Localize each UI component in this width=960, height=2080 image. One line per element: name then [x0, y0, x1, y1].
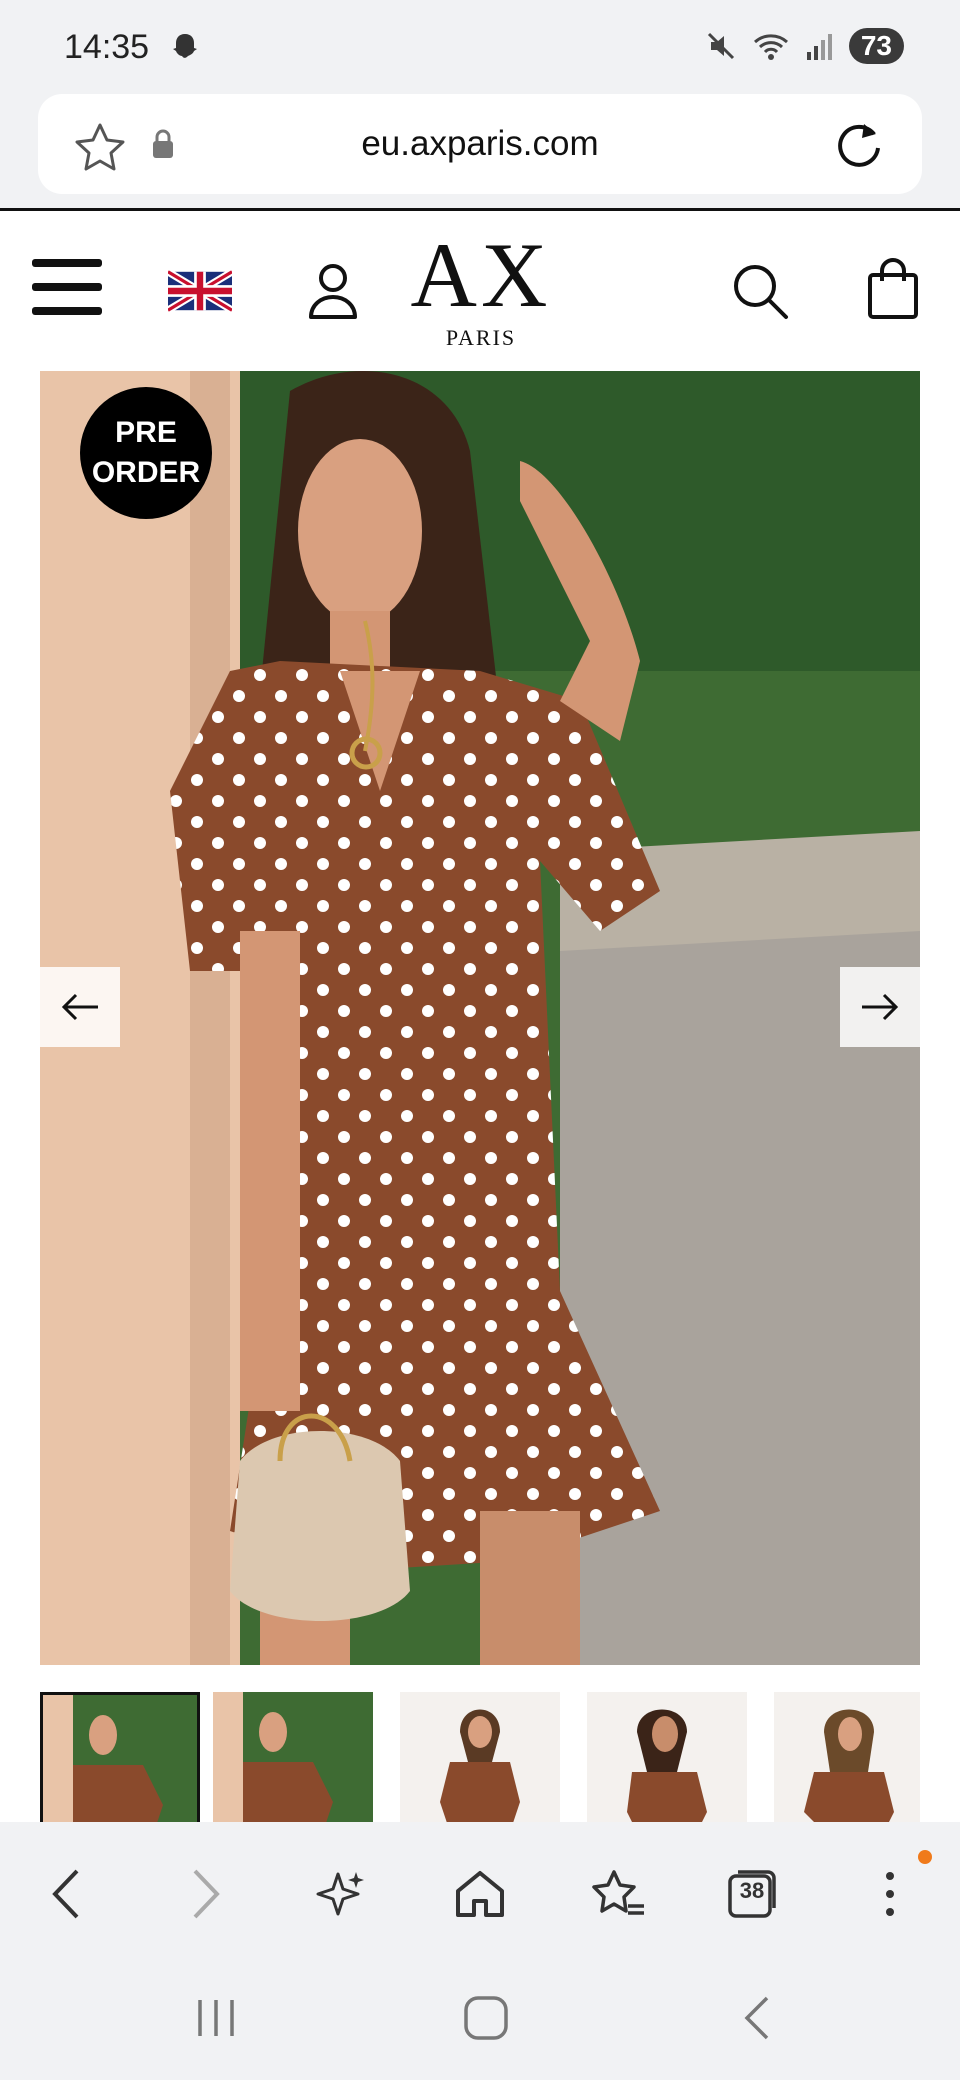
- bag-icon[interactable]: [866, 257, 920, 321]
- home-nav-icon: [464, 1996, 508, 2040]
- battery-indicator: 73: [848, 28, 904, 64]
- product-image[interactable]: PRE ORDER: [40, 371, 920, 1665]
- back-nav-button[interactable]: [726, 1993, 786, 2043]
- product-photo: [40, 371, 920, 1665]
- browser-address-area: eu.axparis.com: [0, 92, 960, 210]
- recent-apps-button[interactable]: [186, 1993, 246, 2043]
- bookmarks-icon: [592, 1870, 644, 1915]
- reload-icon[interactable]: [834, 118, 884, 170]
- logo-paris: PARIS: [445, 325, 517, 350]
- badge-line-1: PRE: [115, 416, 177, 449]
- status-time: 14:35: [64, 28, 150, 66]
- pre-order-badge: PRE ORDER: [80, 387, 212, 519]
- chevron-right-icon: [193, 1869, 220, 1919]
- tab-count: 38: [739, 1878, 765, 1903]
- wifi-icon: [753, 34, 788, 60]
- badge-line-2: ORDER: [91, 456, 201, 489]
- back-button[interactable]: [36, 1864, 96, 1924]
- thumbnail[interactable]: [400, 1692, 560, 1822]
- url-text[interactable]: eu.axparis.com: [38, 124, 922, 164]
- snapchat-icon: [173, 34, 197, 58]
- status-bar: 14:35 73: [0, 0, 960, 92]
- home-nav-button[interactable]: [456, 1993, 516, 2043]
- thumbnail[interactable]: [587, 1692, 747, 1822]
- thumbnail[interactable]: [774, 1692, 920, 1822]
- uk-flag-icon[interactable]: [168, 267, 232, 315]
- logo-ax: AX: [410, 224, 552, 326]
- more-menu-button[interactable]: [860, 1864, 920, 1924]
- more-vertical-icon: [886, 1872, 894, 1916]
- recent-apps-icon: [198, 2000, 234, 2036]
- prev-image-button[interactable]: [40, 967, 120, 1047]
- home-button[interactable]: [450, 1864, 510, 1924]
- forward-button[interactable]: [176, 1864, 236, 1924]
- account-icon[interactable]: [306, 261, 360, 321]
- thumbnail[interactable]: [213, 1692, 373, 1822]
- chevron-left-icon: [52, 1869, 79, 1919]
- arrow-right-icon: [862, 993, 899, 1021]
- menu-icon[interactable]: [32, 259, 102, 319]
- thumbnail[interactable]: [40, 1692, 200, 1822]
- system-nav-bar: [0, 1957, 960, 2080]
- browser-toolbar: 38: [0, 1822, 960, 1957]
- bookmarks-button[interactable]: [588, 1864, 648, 1924]
- back-nav-icon: [744, 1996, 769, 2040]
- home-icon: [456, 1871, 504, 1917]
- tabs-button[interactable]: 38: [722, 1864, 782, 1924]
- ai-assistant-button[interactable]: [312, 1864, 372, 1924]
- thumbnail-strip: [40, 1692, 920, 1822]
- next-image-button[interactable]: [840, 967, 920, 1047]
- mute-icon: [707, 32, 734, 60]
- signal-icon: [806, 34, 832, 60]
- site-header: AX PARIS: [0, 211, 960, 369]
- search-icon[interactable]: [730, 261, 790, 321]
- sparkle-icon: [316, 1872, 364, 1916]
- site-logo[interactable]: AX PARIS: [400, 229, 562, 351]
- notification-dot: [918, 1850, 932, 1864]
- arrow-left-icon: [61, 993, 98, 1021]
- address-bar[interactable]: eu.axparis.com: [38, 94, 922, 194]
